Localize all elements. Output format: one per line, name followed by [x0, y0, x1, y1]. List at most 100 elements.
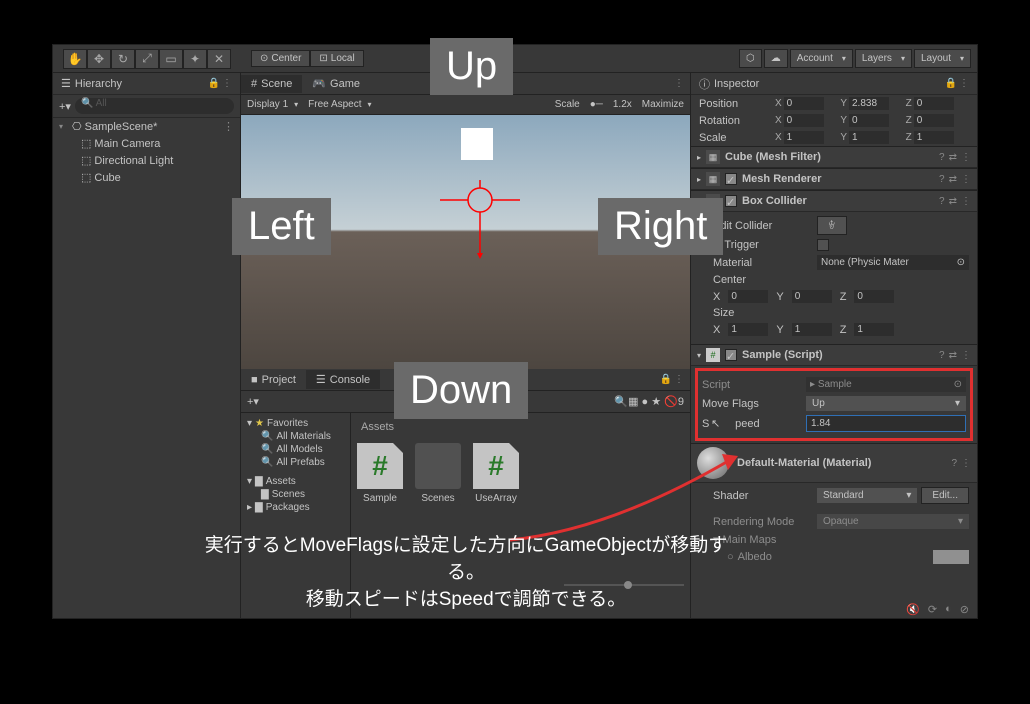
fav-models[interactable]: 🔍All Models: [243, 443, 348, 456]
rotation-y-input[interactable]: [849, 114, 889, 127]
albedo-color-swatch[interactable]: [933, 550, 969, 564]
menu-icon[interactable]: ⋮: [961, 350, 971, 361]
asset-scenes-folder[interactable]: Scenes: [415, 443, 461, 504]
inspector-lock-icon[interactable]: 🔒: [945, 78, 957, 89]
material-header[interactable]: Default-Material (Material)?⋮: [691, 443, 977, 483]
shader-dropdown[interactable]: Standard▾: [817, 488, 917, 503]
asset-usearray-script[interactable]: #UseArray: [473, 443, 519, 504]
move-tool[interactable]: ✥: [87, 49, 111, 69]
object-picker-icon[interactable]: ⊙: [957, 257, 965, 268]
maximize-toggle[interactable]: Maximize: [642, 99, 684, 110]
game-tab[interactable]: 🎮Game: [302, 74, 370, 93]
hierarchy-lock-icon[interactable]: 🔒: [208, 78, 220, 89]
speed-input[interactable]: [806, 415, 966, 432]
hierarchy-item-light[interactable]: ⬚Directional Light: [53, 152, 240, 169]
physic-material-field[interactable]: None (Physic Mater⊙: [817, 255, 969, 270]
sample-toggle[interactable]: ✓: [725, 349, 737, 361]
is-trigger-checkbox[interactable]: [817, 239, 829, 251]
size-x-input[interactable]: [728, 323, 768, 336]
pivot-local-button[interactable]: ⊡Local: [310, 50, 363, 67]
account-dropdown[interactable]: Account: [790, 49, 853, 68]
preset-icon[interactable]: ⇄: [949, 152, 957, 163]
status-icon-2[interactable]: ⟳: [928, 603, 937, 616]
hierarchy-menu-icon[interactable]: ⋮: [222, 78, 232, 89]
fav-prefabs[interactable]: 🔍All Prefabs: [243, 456, 348, 469]
help-icon[interactable]: ?: [951, 458, 957, 469]
status-icon-1[interactable]: 🔇: [906, 603, 920, 616]
box-collider-toggle[interactable]: ✓: [725, 195, 737, 207]
inspector-tab[interactable]: ⓘ Inspector 🔒⋮: [691, 73, 977, 95]
help-icon[interactable]: ?: [939, 196, 945, 207]
rotation-z-input[interactable]: [914, 114, 954, 127]
help-icon[interactable]: ?: [939, 152, 945, 163]
menu-icon[interactable]: ⋮: [961, 196, 971, 207]
hierarchy-item-camera[interactable]: ⬚Main Camera: [53, 135, 240, 152]
menu-icon[interactable]: ⋮: [961, 458, 971, 469]
position-x-input[interactable]: [784, 97, 824, 110]
inspector-menu-icon[interactable]: ⋮: [959, 78, 969, 89]
help-icon[interactable]: ?: [939, 350, 945, 361]
scenes-folder-row[interactable]: ▇Scenes: [243, 488, 348, 501]
box-collider-header[interactable]: ▾▣✓Box Collider?⇄⋮: [691, 190, 977, 212]
project-search-icon[interactable]: 🔍: [614, 395, 628, 408]
rect-tool[interactable]: ▭: [159, 49, 183, 69]
scene-menu-icon[interactable]: ⋮: [223, 120, 234, 133]
display-dropdown[interactable]: Display 1: [247, 99, 298, 110]
aspect-dropdown[interactable]: Free Aspect: [308, 99, 371, 110]
status-icon-3[interactable]: ◐: [945, 603, 952, 615]
pivot-center-button[interactable]: ⊙Center: [251, 50, 310, 67]
project-lock-icon[interactable]: 🔒: [660, 374, 672, 385]
project-add-button[interactable]: +▾: [247, 395, 259, 408]
layout-dropdown[interactable]: Layout: [914, 49, 971, 68]
scale-x-input[interactable]: [784, 131, 824, 144]
hierarchy-scene-row[interactable]: ▾ ⎔ SampleScene* ⋮: [53, 118, 240, 135]
asset-sample-script[interactable]: #Sample: [357, 443, 403, 504]
hierarchy-add-button[interactable]: +▾: [59, 100, 71, 113]
scene-tab[interactable]: #Scene: [241, 75, 302, 93]
custom-tool[interactable]: ✕: [207, 49, 231, 69]
cloud-button[interactable]: ☁: [764, 49, 788, 68]
preset-icon[interactable]: ⇄: [949, 350, 957, 361]
hand-tool[interactable]: ✋: [63, 49, 87, 69]
fav-materials[interactable]: 🔍All Materials: [243, 430, 348, 443]
scale-slider[interactable]: ●─: [590, 99, 603, 110]
favorites-folder[interactable]: ▾★Favorites: [243, 417, 348, 430]
project-breadcrumb[interactable]: Assets: [357, 419, 684, 435]
move-flags-dropdown[interactable]: Up▾: [806, 396, 966, 411]
scale-z-input[interactable]: [914, 131, 954, 144]
sample-script-header[interactable]: ▾#✓Sample (Script)?⇄⋮: [691, 344, 977, 366]
center-z-input[interactable]: [854, 290, 894, 303]
help-icon[interactable]: ?: [939, 174, 945, 185]
preset-icon[interactable]: ⇄: [949, 196, 957, 207]
hierarchy-tab[interactable]: ☰ Hierarchy 🔒⋮: [53, 73, 240, 95]
preset-icon[interactable]: ⇄: [949, 174, 957, 185]
menu-icon[interactable]: ⋮: [961, 174, 971, 185]
menu-icon[interactable]: ⋮: [961, 152, 971, 163]
packages-folder-row[interactable]: ▸▇Packages: [243, 501, 348, 514]
size-y-input[interactable]: [792, 323, 832, 336]
layers-dropdown[interactable]: Layers: [855, 49, 912, 68]
hierarchy-item-cube[interactable]: ⬚Cube: [53, 169, 240, 186]
collab-button[interactable]: ⬡: [739, 49, 762, 68]
position-z-input[interactable]: [914, 97, 954, 110]
edit-collider-button[interactable]: ꄃ: [817, 216, 847, 235]
scale-tool[interactable]: ⤢: [135, 49, 159, 69]
scale-y-input[interactable]: [849, 131, 889, 144]
center-y-input[interactable]: [792, 290, 832, 303]
mesh-renderer-header[interactable]: ▸▦✓Mesh Renderer?⇄⋮: [691, 168, 977, 190]
project-menu-icon[interactable]: ⋮: [674, 374, 684, 385]
position-y-input[interactable]: [849, 97, 889, 110]
game-tab-menu-icon[interactable]: ⋮: [674, 78, 684, 89]
assets-folder-row[interactable]: ▾▇Assets: [243, 475, 348, 488]
project-filter-icons[interactable]: ▦ ● ★ 🚫9: [628, 395, 684, 408]
asset-size-slider[interactable]: [564, 584, 684, 586]
project-tab[interactable]: ■Project: [241, 371, 306, 389]
console-tab[interactable]: ☰Console: [306, 370, 380, 389]
rotate-tool[interactable]: ↻: [111, 49, 135, 69]
mesh-renderer-toggle[interactable]: ✓: [725, 173, 737, 185]
transform-tool[interactable]: ✦: [183, 49, 207, 69]
hierarchy-search-input[interactable]: 🔍 All: [75, 98, 234, 114]
center-x-input[interactable]: [728, 290, 768, 303]
status-icon-4[interactable]: ⊘: [960, 603, 969, 616]
shader-edit-button[interactable]: Edit...: [921, 487, 969, 504]
